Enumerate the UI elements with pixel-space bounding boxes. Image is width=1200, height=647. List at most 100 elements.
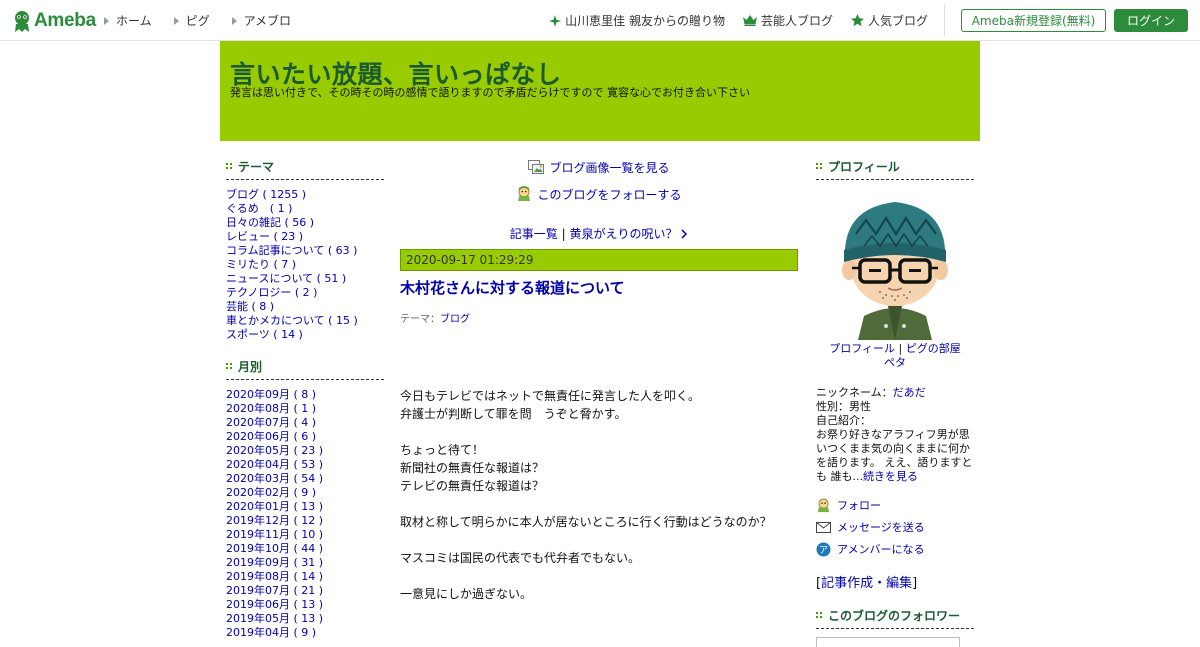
profile-avatar[interactable] bbox=[816, 188, 974, 340]
promo-label: 山川恵里佳 親友からの贈り物 bbox=[565, 14, 725, 28]
triangle-right-icon bbox=[104, 16, 109, 25]
top-right-links: 山川恵里佳 親友からの贈り物 芸能人ブログ 人気ブログ bbox=[549, 12, 928, 29]
popular-blog-link[interactable]: 人気ブログ bbox=[850, 12, 928, 29]
month-item[interactable]: 2020年03月 ( 54 ) bbox=[226, 472, 384, 486]
theme-item[interactable]: ミリたり ( 7 ) bbox=[226, 258, 384, 272]
month-item[interactable]: 2019年08月 ( 14 ) bbox=[226, 570, 384, 584]
peta-link[interactable]: ペタ bbox=[884, 356, 906, 369]
link-separator: | bbox=[898, 342, 903, 355]
theme-item[interactable]: テクノロジー ( 2 ) bbox=[226, 286, 384, 300]
theme-item[interactable]: ブログ ( 1255 ) bbox=[226, 188, 384, 202]
body-line: ちょっと待て！ bbox=[400, 443, 485, 457]
body-line: テレビの無責任な報道は？ bbox=[400, 479, 545, 493]
signup-button[interactable]: Ameba新規登録(無料) bbox=[961, 9, 1106, 32]
entry-title[interactable]: 木村花さんに対する報道について bbox=[400, 277, 798, 298]
main-column: ブログ画像一覧を見る このブログをフォローする 記事一覧 | 黄泉がえりの呪い？… bbox=[400, 158, 798, 603]
nickname-link[interactable]: だあだ bbox=[893, 386, 926, 399]
theme-item[interactable]: コラム記事について ( 63 ) bbox=[226, 244, 384, 258]
nav-label: ホーム bbox=[116, 14, 152, 28]
month-item[interactable]: 2020年06月 ( 6 ) bbox=[226, 430, 384, 444]
follow-person-icon bbox=[518, 186, 531, 201]
month-item[interactable]: 2019年12月 ( 12 ) bbox=[226, 514, 384, 528]
month-item[interactable]: 2019年04月 ( 9 ) bbox=[226, 626, 384, 640]
create-entry-link[interactable]: 記事作成 bbox=[821, 576, 873, 591]
grid-dots-icon bbox=[816, 163, 823, 170]
edit-separator: ・ bbox=[873, 576, 887, 591]
pigg-room-link[interactable]: ピグの部屋 bbox=[906, 342, 961, 355]
blog-banner: 言いたい放題、言いっぱなし 発言は思い付きで、その時その時の感情で語りますので矛… bbox=[220, 41, 980, 141]
theme-item[interactable]: 車とかメカについて ( 15 ) bbox=[226, 314, 384, 328]
blog-description: 発言は思い付きで、その時その時の感情で語りますので矛盾だらけですので 寛容な心で… bbox=[230, 86, 751, 99]
month-item[interactable]: 2019年07月 ( 21 ) bbox=[226, 584, 384, 598]
theme-list: ブログ ( 1255 ) ぐるめ ( 1 ) 日々の雑記 ( 56 ) レビュー… bbox=[226, 188, 384, 342]
section-title-text: テーマ bbox=[238, 160, 275, 174]
body-line bbox=[400, 423, 798, 441]
follow-person-icon bbox=[817, 498, 830, 512]
body-line: 取材と称して明らかに本人が居ないところに行く行動はどうなのか？ bbox=[400, 515, 772, 529]
section-title-text: プロフィール bbox=[828, 160, 900, 174]
theme-item[interactable]: スポーツ ( 14 ) bbox=[226, 328, 384, 342]
left-sidebar: テーマ ブログ ( 1255 ) ぐるめ ( 1 ) 日々の雑記 ( 56 ) … bbox=[226, 158, 384, 640]
section-title-text: このブログのフォロワー bbox=[828, 609, 961, 623]
entry-navigation: 記事一覧 | 黄泉がえりの呪い？ bbox=[400, 225, 798, 243]
month-item[interactable]: 2020年09月 ( 8 ) bbox=[226, 388, 384, 402]
body-line bbox=[400, 567, 798, 585]
star-icon bbox=[850, 14, 864, 27]
nav-ameblo[interactable]: アメブロ bbox=[231, 12, 291, 29]
nav-pigg[interactable]: ピグ bbox=[173, 12, 210, 29]
theme-item[interactable]: ぐるめ ( 1 ) bbox=[226, 202, 384, 216]
ameba-mascot-icon bbox=[15, 11, 29, 32]
celebrity-blog-link[interactable]: 芸能人ブログ bbox=[742, 12, 833, 29]
nav-separator: | bbox=[561, 227, 566, 241]
image-list-link[interactable]: ブログ画像一覧を見る bbox=[400, 158, 798, 176]
profile-link[interactable]: プロフィール bbox=[829, 342, 895, 355]
follow-button[interactable]: フォロー bbox=[816, 496, 974, 514]
body-line: 一意見にしか過ぎない。 bbox=[400, 587, 533, 601]
month-item[interactable]: 2020年04月 ( 53 ) bbox=[226, 458, 384, 472]
triangle-right-icon bbox=[231, 16, 237, 25]
theme-item[interactable]: ニュースについて ( 51 ) bbox=[226, 272, 384, 286]
amember-button[interactable]: ア アメンバーになる bbox=[816, 540, 974, 558]
popular-blog-label: 人気ブログ bbox=[867, 14, 928, 28]
month-item[interactable]: 2020年08月 ( 1 ) bbox=[226, 402, 384, 416]
month-item[interactable]: 2020年02月 ( 9 ) bbox=[226, 486, 384, 500]
top-header: Ameba ホーム ピグ アメブロ 山川恵里佳 親友からの贈り物 芸能人ブログ … bbox=[0, 0, 1200, 41]
bracket: ] bbox=[912, 576, 918, 591]
theme-item[interactable]: レビュー ( 23 ) bbox=[226, 230, 384, 244]
envelope-icon bbox=[816, 521, 831, 533]
profile-info: ニックネーム：だあだ 性別：男性 自己紹介： お祭り好きなアラフィフ男が思いつく… bbox=[816, 386, 974, 484]
month-item[interactable]: 2019年09月 ( 31 ) bbox=[226, 556, 384, 570]
entry-list-link[interactable]: 記事一覧 bbox=[510, 227, 558, 241]
read-more-link[interactable]: 続きを見る bbox=[863, 470, 918, 483]
nav-label: ピグ bbox=[185, 14, 210, 28]
body-line bbox=[400, 531, 798, 549]
month-item[interactable]: 2020年05月 ( 23 ) bbox=[226, 444, 384, 458]
profile-links: プロフィール | ピグの部屋 ペタ bbox=[816, 342, 974, 370]
edit-entry-link[interactable]: 編集 bbox=[886, 576, 912, 591]
follow-blog-link[interactable]: このブログをフォローする bbox=[400, 185, 798, 203]
month-item[interactable]: 2019年10月 ( 44 ) bbox=[226, 542, 384, 556]
grid-dots-icon bbox=[226, 163, 233, 170]
month-item[interactable]: 2019年05月 ( 13 ) bbox=[226, 612, 384, 626]
ameba-logo[interactable]: Ameba bbox=[12, 8, 96, 34]
promo-link[interactable]: 山川恵里佳 親友からの贈り物 bbox=[549, 12, 725, 29]
next-entry-link[interactable]: 黄泉がえりの呪い？ bbox=[569, 227, 677, 241]
theme-item[interactable]: 日々の雑記 ( 56 ) bbox=[226, 216, 384, 230]
grid-dots-icon bbox=[226, 363, 233, 370]
month-item[interactable]: 2020年07月 ( 4 ) bbox=[226, 416, 384, 430]
intro-text: お祭り好きなアラフィフ男が思いつくまま気の向くままに何かを語ります。 ええ、語り… bbox=[816, 428, 974, 484]
amember-label: アメンバーになる bbox=[837, 543, 925, 556]
month-item[interactable]: 2019年11月 ( 10 ) bbox=[226, 528, 384, 542]
follow-label: フォロー bbox=[837, 499, 881, 512]
theme-link[interactable]: ブログ bbox=[440, 314, 470, 325]
entry-body: 今日もテレビではネットで無責任に発言した人を叩く。 弁護士が判断して罪を問 うぞ… bbox=[400, 387, 798, 603]
theme-item[interactable]: 芸能 ( 8 ) bbox=[226, 300, 384, 314]
login-button[interactable]: ログイン bbox=[1114, 9, 1188, 32]
nav-home[interactable]: ホーム bbox=[104, 12, 152, 29]
follow-blog-label: このブログをフォローする bbox=[537, 187, 682, 202]
body-line: 新聞社の無責任な報道は？ bbox=[400, 461, 545, 475]
entry-theme: テーマ：ブログ bbox=[400, 310, 798, 325]
month-item[interactable]: 2020年01月 ( 13 ) bbox=[226, 500, 384, 514]
send-message-button[interactable]: メッセージを送る bbox=[816, 518, 974, 536]
month-item[interactable]: 2019年06月 ( 13 ) bbox=[226, 598, 384, 612]
